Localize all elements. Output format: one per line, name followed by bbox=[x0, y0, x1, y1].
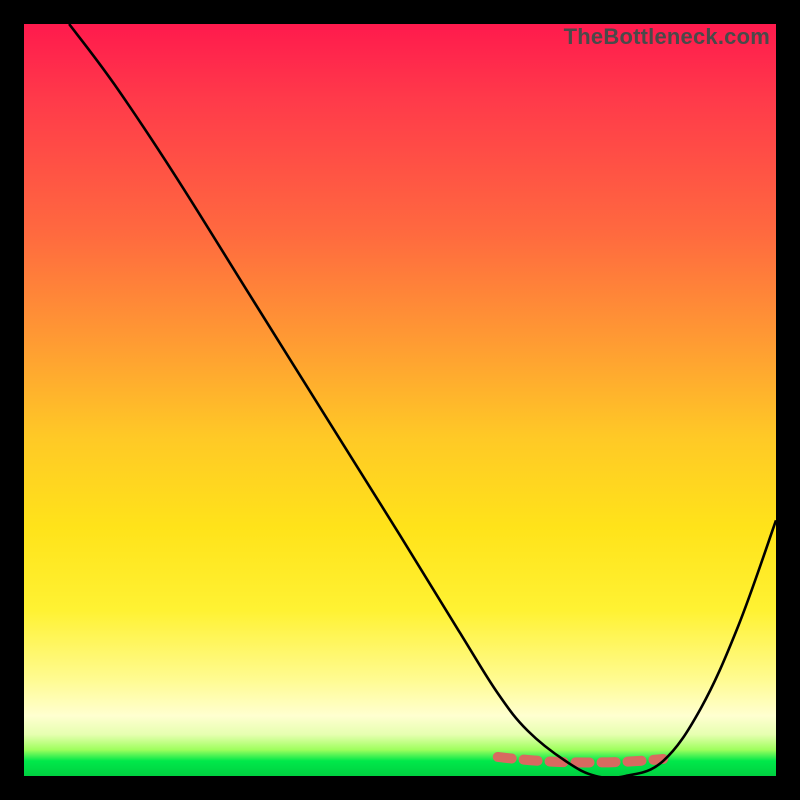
bottleneck-curve bbox=[69, 24, 776, 776]
chart-frame: TheBottleneck.com bbox=[24, 24, 776, 776]
chart-svg bbox=[24, 24, 776, 776]
optimal-range-marker bbox=[498, 757, 663, 763]
